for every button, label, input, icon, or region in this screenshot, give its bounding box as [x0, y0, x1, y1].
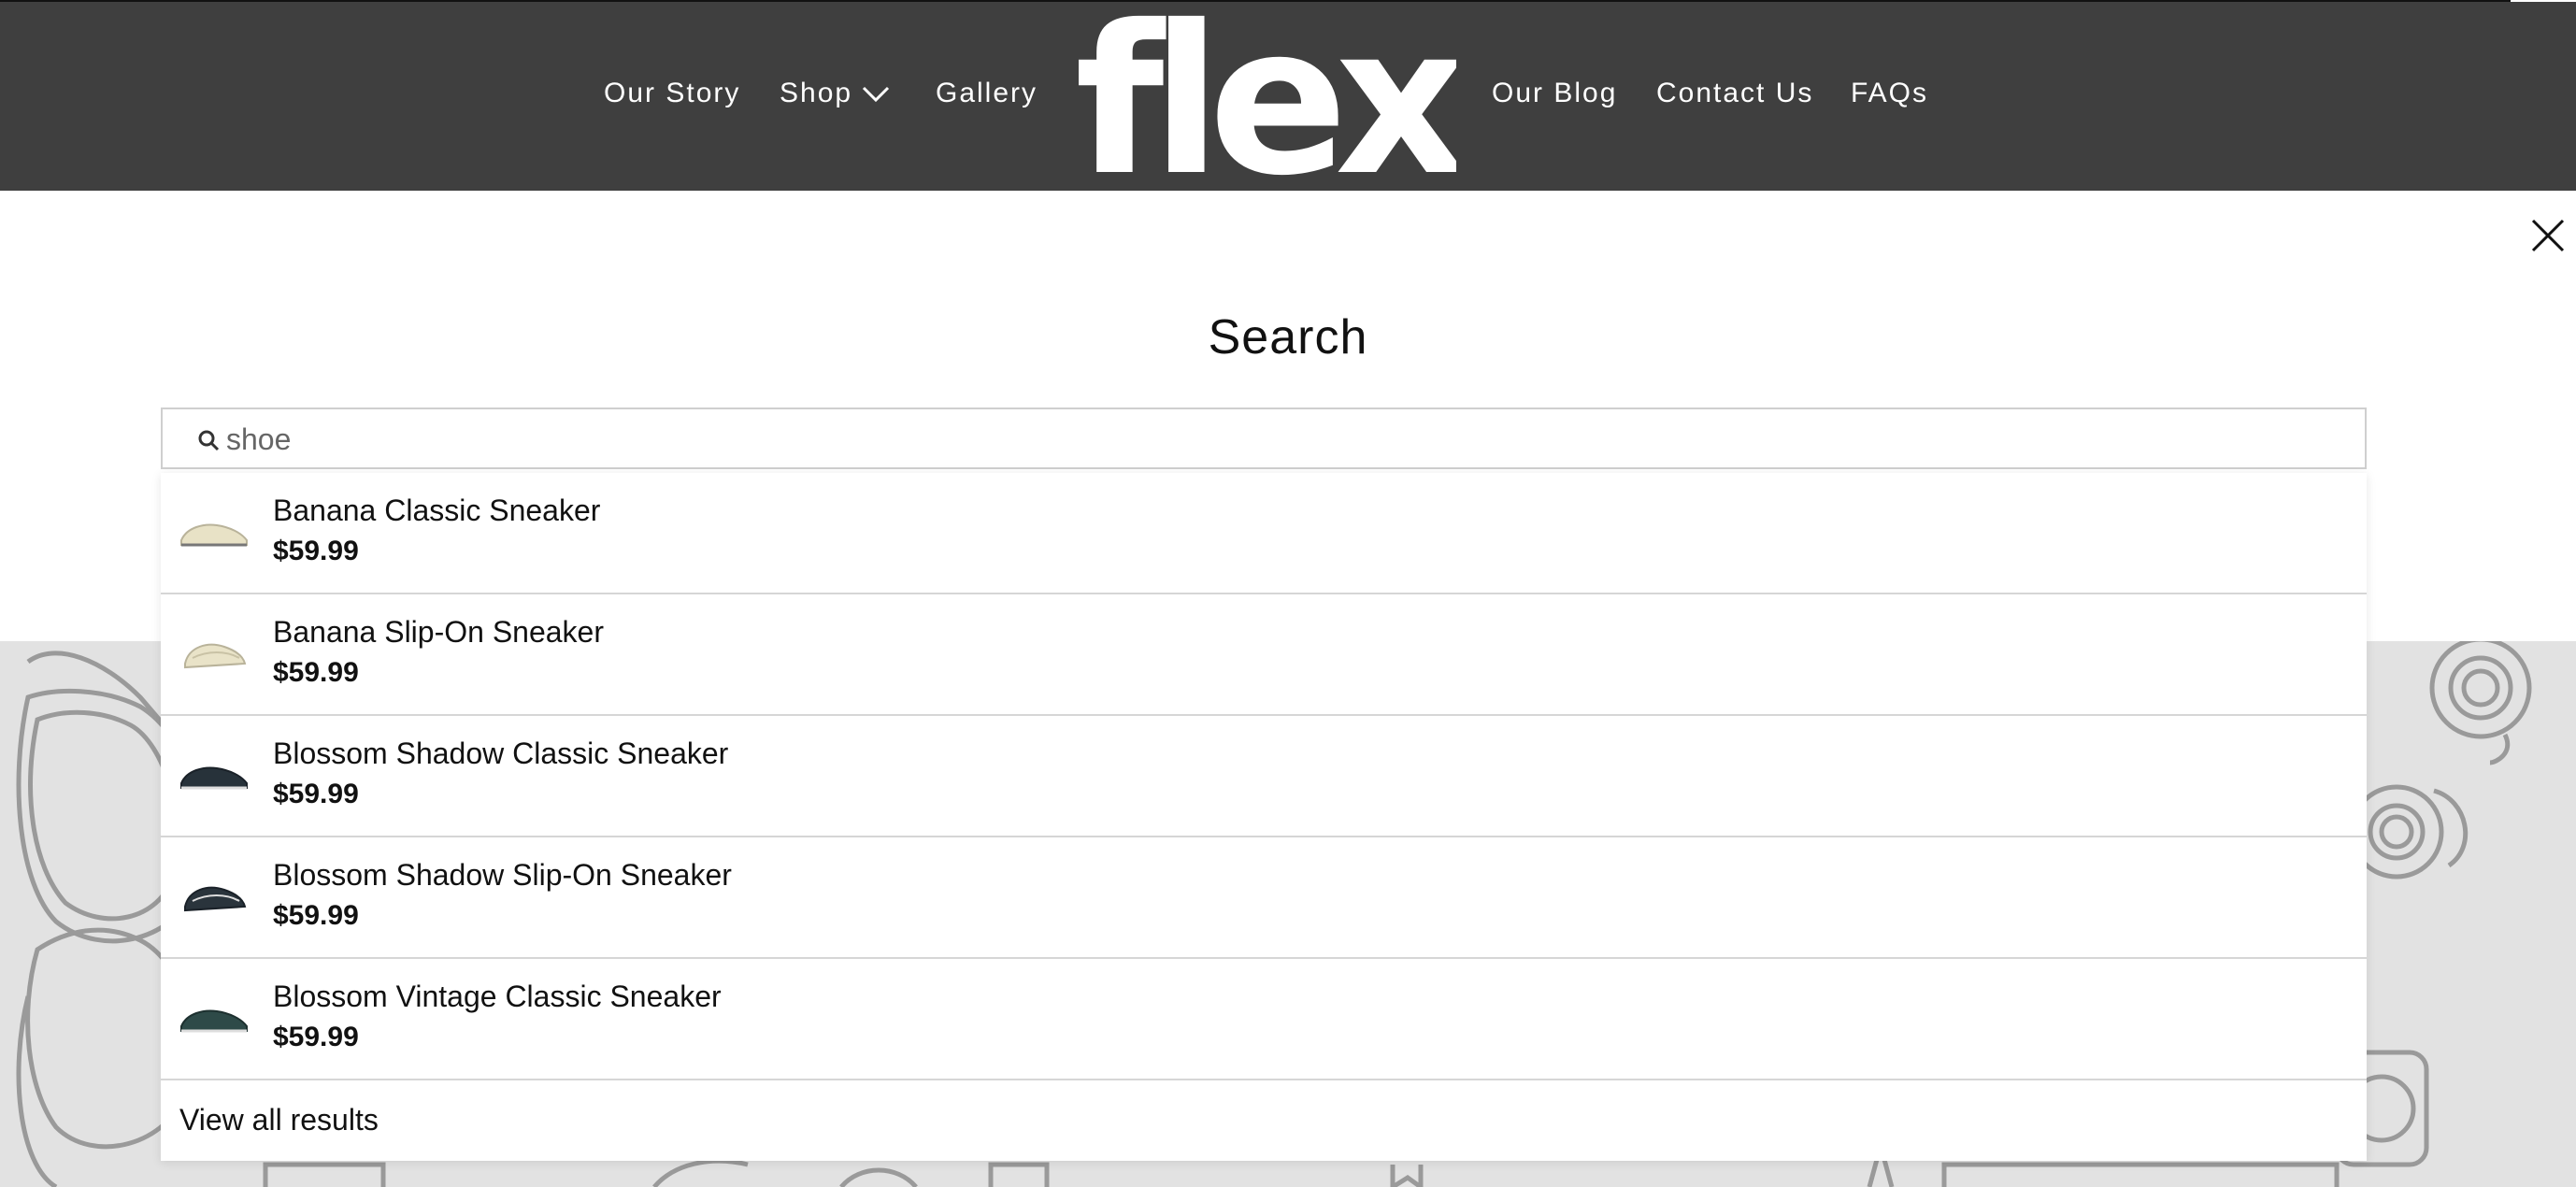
- result-price: $59.99: [273, 536, 359, 566]
- nav-shop[interactable]: Shop: [780, 75, 852, 112]
- chevron-down-icon[interactable]: [860, 75, 892, 112]
- search-icon: [196, 428, 221, 452]
- search-input[interactable]: [226, 415, 2283, 464]
- result-name: Banana Slip-On Sneaker: [273, 615, 604, 649]
- view-all-label: View all results: [179, 1103, 379, 1137]
- logo-text: flex: [1075, 6, 1456, 189]
- result-name: Banana Classic Sneaker: [273, 493, 601, 527]
- result-name: Blossom Vintage Classic Sneaker: [273, 980, 722, 1013]
- shoe-thumbnail-icon: [179, 879, 249, 916]
- top-border-accent: [2511, 0, 2576, 2]
- result-price: $59.99: [273, 779, 359, 809]
- result-item[interactable]: Banana Slip-On Sneaker $59.99: [161, 594, 2367, 716]
- shoe-thumbnail-icon: [179, 514, 249, 551]
- result-name: Blossom Shadow Slip-On Sneaker: [273, 858, 732, 892]
- top-border: [0, 0, 2576, 2]
- search-box[interactable]: [161, 408, 2367, 469]
- nav-faqs[interactable]: FAQs: [1851, 75, 1928, 112]
- search-title: Search: [1208, 310, 1368, 365]
- nav-contact-us[interactable]: Contact Us: [1656, 75, 1813, 112]
- nav-our-blog[interactable]: Our Blog: [1492, 75, 1617, 112]
- nav-our-story[interactable]: Our Story: [604, 75, 740, 112]
- result-item[interactable]: Banana Classic Sneaker $59.99: [161, 473, 2367, 594]
- result-item[interactable]: Blossom Shadow Slip-On Sneaker $59.99: [161, 837, 2367, 959]
- close-icon[interactable]: [2529, 217, 2567, 254]
- result-price: $59.99: [273, 657, 359, 688]
- result-item[interactable]: Blossom Vintage Classic Sneaker $59.99: [161, 959, 2367, 1080]
- shoe-thumbnail-icon: [179, 757, 249, 794]
- result-name: Blossom Shadow Classic Sneaker: [273, 737, 729, 770]
- shoe-thumbnail-icon: [179, 1000, 249, 1037]
- search-results-dropdown: Banana Classic Sneaker $59.99 Banana Sli…: [161, 473, 2367, 1161]
- result-price: $59.99: [273, 900, 359, 931]
- view-all-results-link[interactable]: View all results: [161, 1080, 2367, 1161]
- nav-gallery[interactable]: Gallery: [936, 75, 1038, 112]
- result-price: $59.99: [273, 1022, 359, 1052]
- flex-logo[interactable]: flex: [1073, 0, 1478, 221]
- shoe-thumbnail-icon: [179, 636, 249, 673]
- result-item[interactable]: Blossom Shadow Classic Sneaker $59.99: [161, 716, 2367, 837]
